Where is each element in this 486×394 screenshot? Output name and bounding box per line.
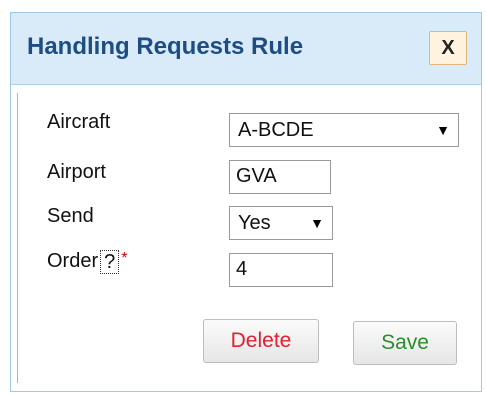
save-button[interactable]: Save <box>353 321 457 365</box>
airport-label: Airport <box>47 161 106 183</box>
order-label-wrap: Order ? * <box>47 250 127 274</box>
airport-input[interactable]: GVA <box>229 160 331 194</box>
caret-down-icon: ▼ <box>310 215 324 231</box>
caret-down-icon: ▼ <box>436 122 450 138</box>
order-label: Order <box>47 250 99 272</box>
send-select-value: Yes <box>238 211 271 234</box>
help-icon[interactable]: ? <box>100 250 120 274</box>
close-button[interactable]: X <box>429 31 467 65</box>
dialog-title: Handling Requests Rule <box>27 33 304 60</box>
required-indicator: * <box>121 250 128 267</box>
order-label-group: Order ? * <box>47 250 127 274</box>
send-select[interactable]: Yes ▼ <box>229 206 333 240</box>
send-label: Send <box>47 205 94 227</box>
delete-button[interactable]: Delete <box>203 319 319 363</box>
aircraft-label: Aircraft <box>47 111 111 133</box>
dialog-titlebar: Handling Requests Rule X <box>11 13 481 85</box>
aircraft-select[interactable]: A-BCDE ▼ <box>229 113 459 147</box>
handling-requests-dialog: Handling Requests Rule X Aircraft A-BCDE… <box>10 12 482 392</box>
order-input[interactable]: 4 <box>229 253 333 287</box>
aircraft-select-value: A-BCDE <box>238 118 314 141</box>
